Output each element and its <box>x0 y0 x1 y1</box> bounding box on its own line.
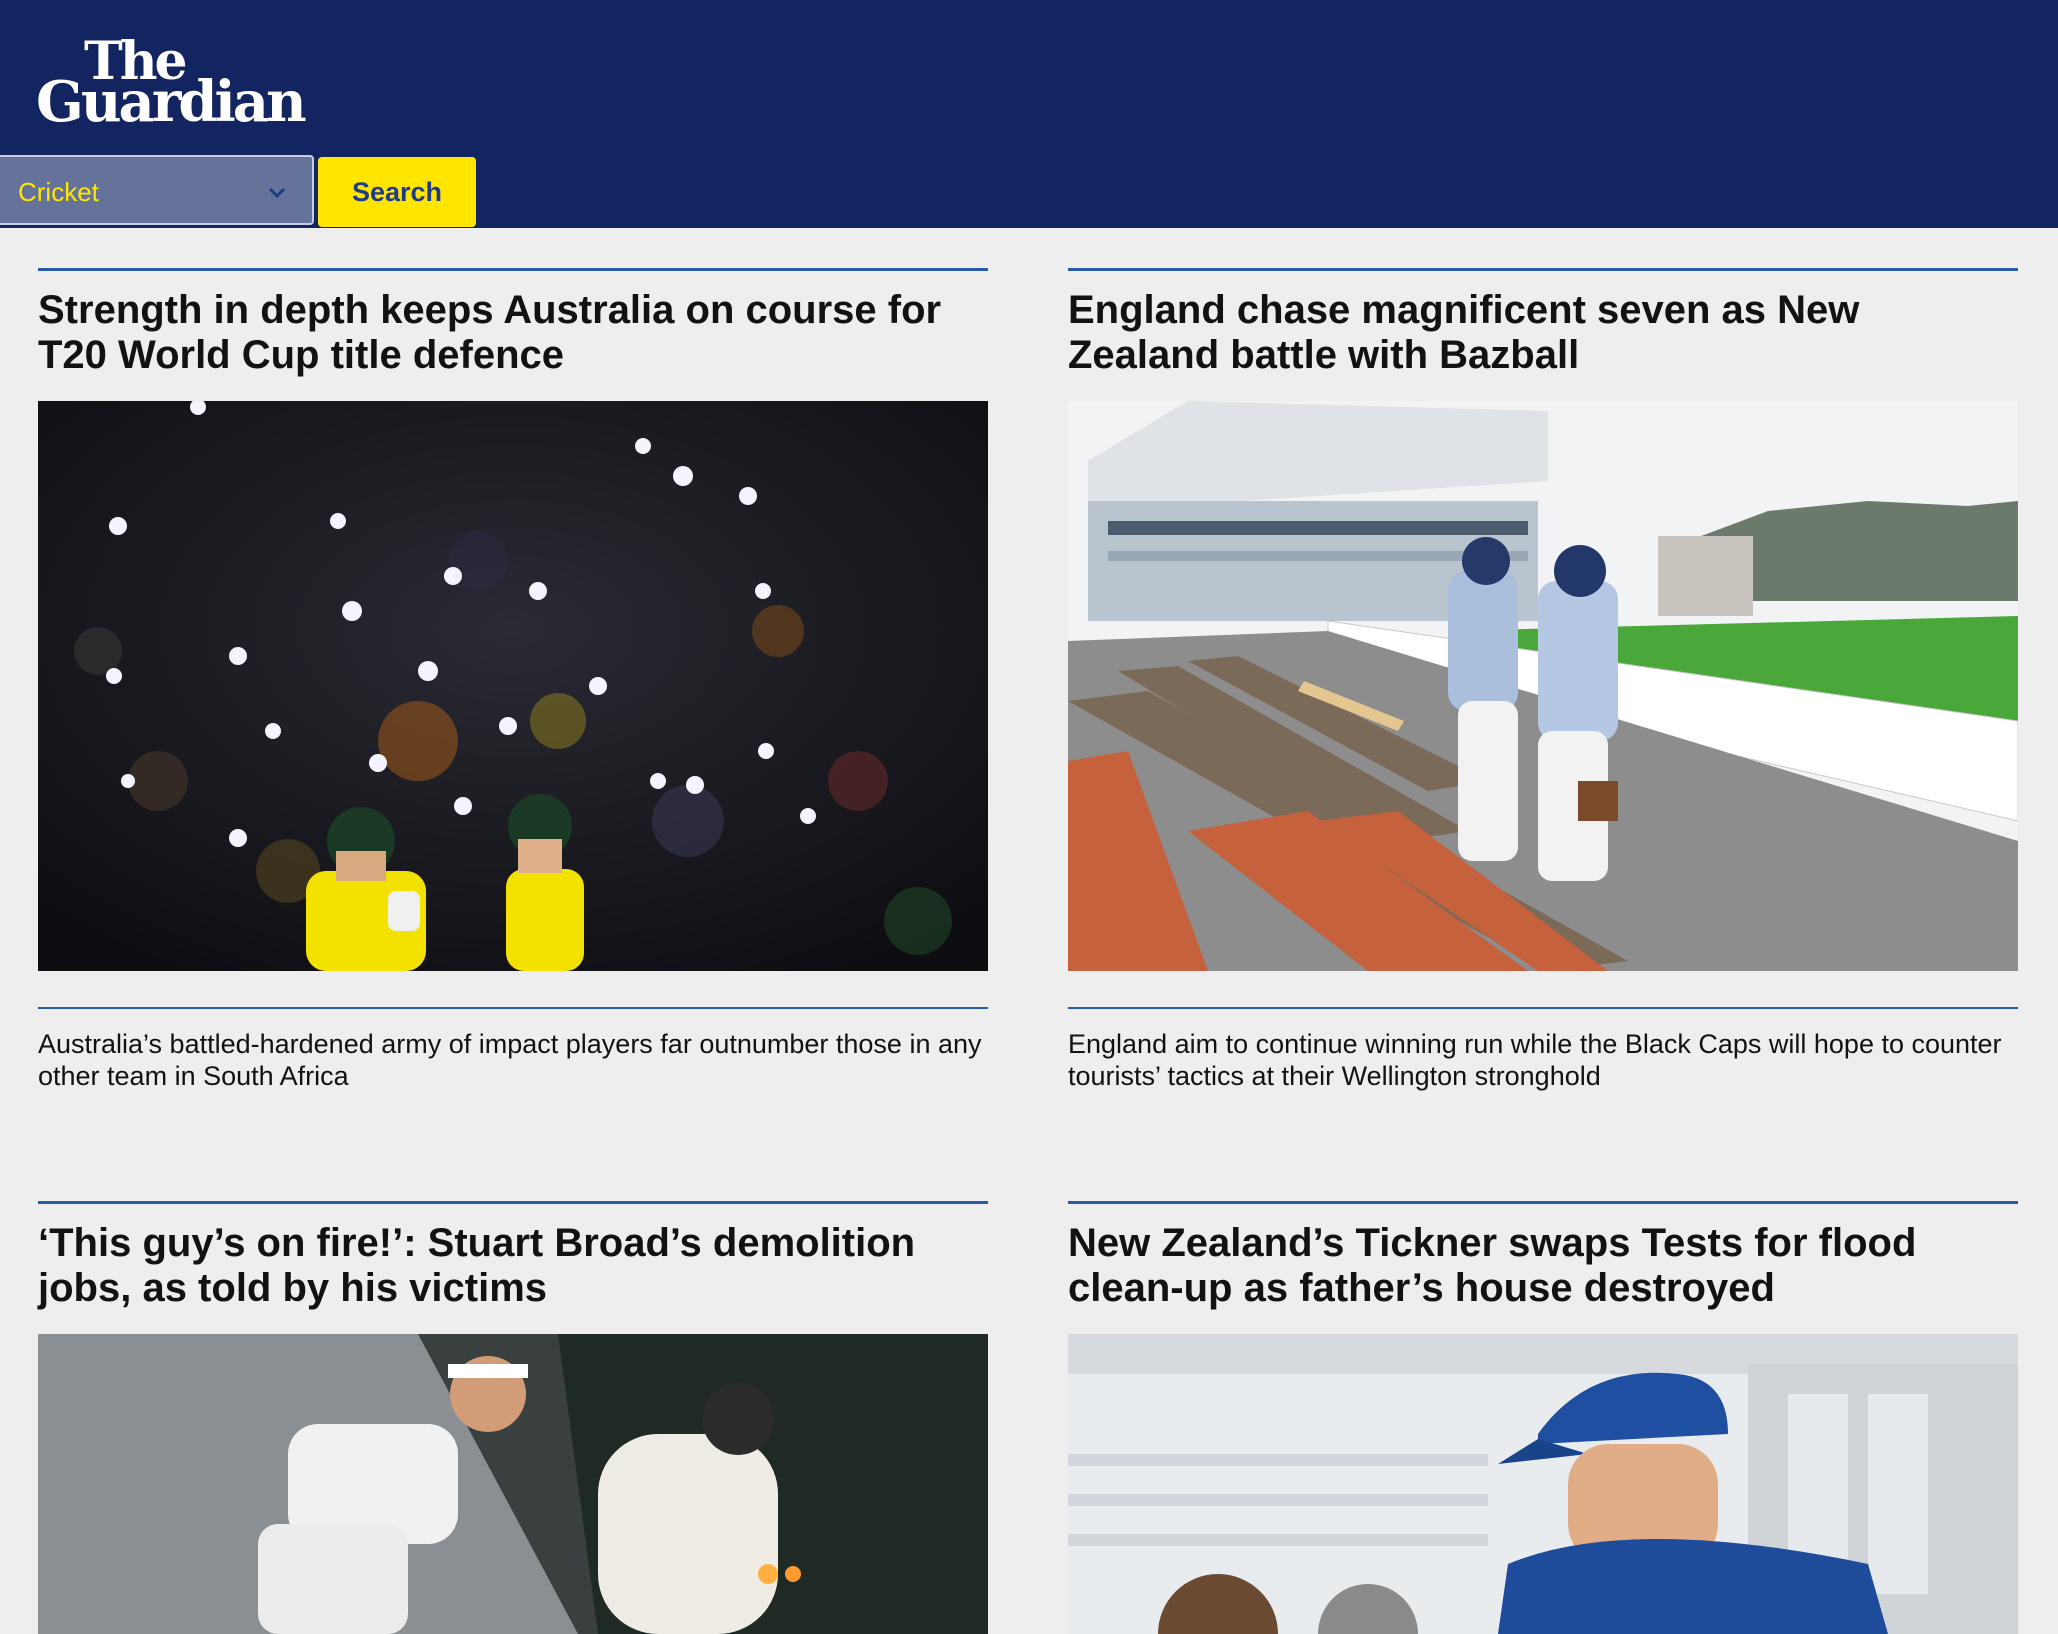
site-header: The Guardian Cricket Search <box>0 0 2058 228</box>
divider <box>38 1007 988 1009</box>
stadium-stands-photo <box>1068 401 2018 971</box>
guardian-logo[interactable]: The Guardian <box>36 36 307 131</box>
logo-line-2: Guardian <box>36 69 307 135</box>
search-button[interactable]: Search <box>318 157 476 227</box>
divider <box>38 1201 988 1204</box>
divider <box>1068 268 2018 271</box>
article-image[interactable] <box>38 1334 988 1634</box>
article-headline[interactable]: ‘This guy’s on fire!’: Stuart Broad’s de… <box>38 1221 988 1311</box>
article-standfirst: Australia’s battled-hardened army of imp… <box>38 1029 982 1091</box>
article-headline[interactable]: England chase magnificent seven as New Z… <box>1068 288 2018 378</box>
cricket-night-crowd-photo <box>38 401 988 971</box>
player-cap-photo <box>1068 1334 2018 1634</box>
divider <box>38 268 988 271</box>
article-headline[interactable]: New Zealand’s Tickner swaps Tests for fl… <box>1068 1221 2018 1311</box>
search-bar: Cricket Search <box>0 155 480 229</box>
article-image[interactable] <box>38 401 988 971</box>
article-image[interactable] <box>1068 401 2018 971</box>
section-select[interactable]: Cricket <box>0 155 314 225</box>
article-headline[interactable]: Strength in depth keeps Australia on cou… <box>38 288 988 378</box>
divider <box>1068 1007 2018 1009</box>
divider <box>1068 1201 2018 1204</box>
section-select-value: Cricket <box>18 177 99 207</box>
article-image[interactable] <box>1068 1334 2018 1634</box>
chevron-down-icon <box>268 187 286 199</box>
article-standfirst: England aim to continue winning run whil… <box>1068 1029 2002 1091</box>
bowler-action-photo <box>38 1334 988 1634</box>
